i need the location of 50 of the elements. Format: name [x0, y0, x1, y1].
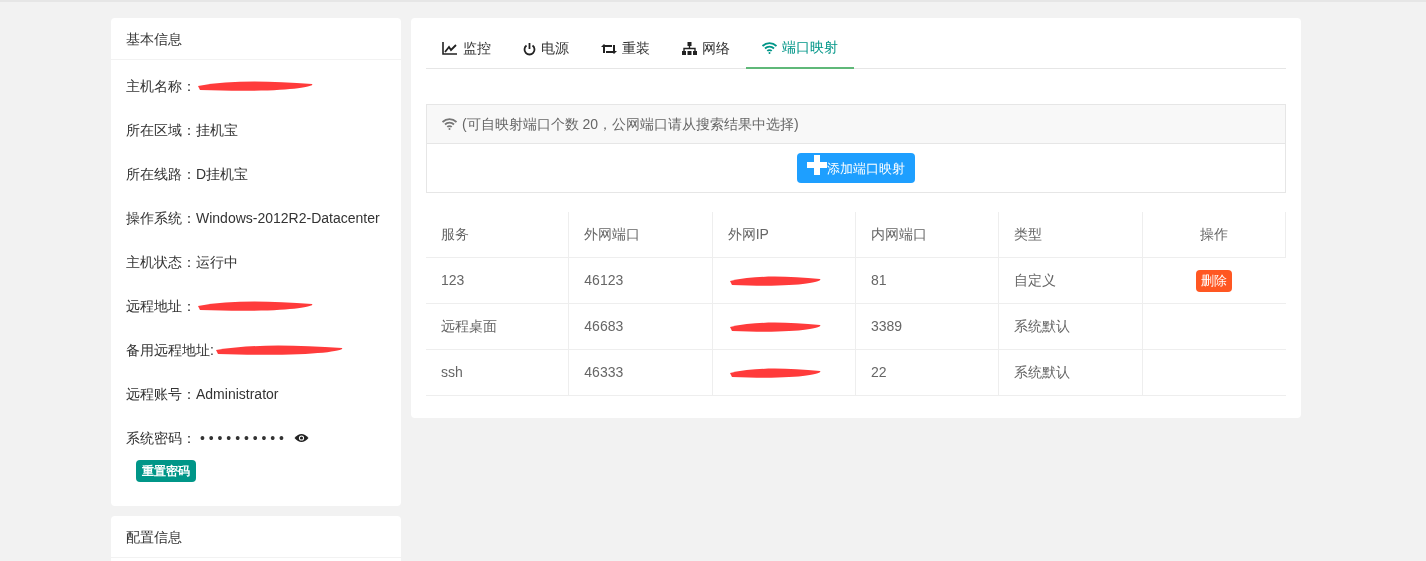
info-value: Administrator: [196, 384, 279, 404]
info-label: 所在区域：: [126, 120, 196, 140]
table-cell: 46333: [569, 350, 713, 395]
info-value: 运行中: [196, 252, 238, 272]
table-cell: ssh: [426, 350, 570, 395]
tab[interactable]: 监控: [426, 28, 507, 69]
line-chart-icon: [442, 42, 458, 55]
power-icon: [523, 41, 536, 56]
table-cell: 46123: [569, 258, 713, 303]
column-header: 类型: [999, 212, 1143, 257]
table-cell: 22: [856, 350, 1000, 395]
column-header: 操作: [1142, 212, 1286, 257]
column-header: 服务: [426, 212, 570, 257]
column-header: 内网端口: [856, 212, 1000, 257]
card-title: 基本信息: [111, 18, 401, 60]
password-dots: • • • • • • • • • •: [200, 428, 285, 448]
tab[interactable]: 网络: [666, 28, 746, 69]
info-label: 主机状态：: [126, 252, 196, 272]
table-cell: 自定义: [999, 258, 1143, 303]
notice-text: (可自映射端口个数 20，公网端口请从搜索结果中选择): [462, 114, 799, 134]
table-cell: 系统默认: [999, 304, 1143, 349]
card-title: 配置信息: [111, 516, 401, 558]
plus-icon: [807, 155, 827, 175]
table-cell: 远程桌面: [426, 304, 570, 349]
table-cell: 123: [426, 258, 570, 303]
table-cell: 81: [856, 258, 1000, 303]
wifi-icon: [442, 118, 457, 130]
reset-password-button[interactable]: 重置密码: [136, 460, 196, 482]
sitemap-icon: [682, 42, 697, 55]
column-header: 外网IP: [712, 212, 856, 257]
tab[interactable]: 重装: [585, 28, 666, 69]
table-cell: 系统默认: [999, 350, 1143, 395]
info-label: 所在线路：: [126, 164, 196, 184]
tab[interactable]: 端口映射: [746, 28, 854, 69]
tab[interactable]: 电源: [507, 28, 585, 69]
table-cell: 3389: [856, 304, 1000, 349]
info-value: Windows-2012R2-Datacenter: [196, 208, 380, 228]
info-label: 远程账号：: [126, 384, 196, 404]
info-label: 系统密码：: [126, 428, 196, 448]
info-label: 主机名称：: [126, 76, 196, 96]
table-cell: 46683: [569, 304, 713, 349]
repeat-arrows-icon: [601, 42, 617, 55]
column-header: 外网端口: [569, 212, 713, 257]
eye-icon[interactable]: [294, 433, 310, 443]
info-label: 操作系统：: [126, 208, 196, 228]
wifi-icon: [762, 41, 777, 54]
info-value: D挂机宝: [196, 164, 249, 184]
info-label: 远程地址：: [126, 296, 196, 316]
info-label: 备用远程地址:: [126, 340, 214, 360]
info-value: 挂机宝: [196, 120, 238, 140]
